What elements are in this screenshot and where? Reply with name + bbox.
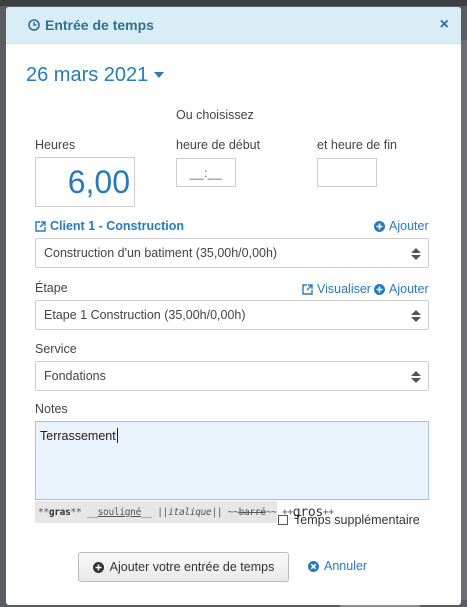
md-bold-pre: **	[38, 506, 49, 518]
caret-down-icon	[154, 72, 165, 78]
close-button[interactable]: ×	[440, 16, 449, 34]
plus-circle-icon	[374, 220, 385, 232]
overtime-label: Temps supplémentaire	[294, 513, 420, 527]
modal-title-text: Entrée de temps	[45, 17, 154, 33]
client-link-text: Client 1 - Construction	[50, 219, 185, 233]
service-select-value: Fondations	[44, 369, 106, 383]
project-select-value: Construction d'un batiment (35,00h/0,00h…	[44, 246, 278, 260]
submit-label: Ajouter votre entrée de temps	[109, 560, 275, 574]
modal-title: Entrée de temps	[28, 17, 154, 33]
hours-label: Heures	[35, 138, 76, 152]
step-add-label: Ajouter	[389, 282, 429, 296]
markdown-hint: ** gras ** __ souligné __ || italique || ~~ bar…	[35, 501, 334, 523]
step-add-button[interactable]: Ajouter	[374, 282, 429, 296]
clock-icon	[28, 19, 40, 31]
md-under-post: __	[141, 506, 152, 518]
select-arrows-icon	[411, 310, 421, 322]
step-select-value: Etape 1 Construction (35,00h/0,00h)	[44, 308, 246, 322]
md-underline: souligné	[97, 506, 142, 518]
md-italic: italique	[168, 506, 212, 518]
overtime-checkbox[interactable]	[278, 515, 288, 525]
md-bold: gras	[48, 506, 71, 518]
overtime-option[interactable]: Temps supplémentaire	[278, 513, 420, 527]
or-choose-label: Ou choisissez	[176, 108, 254, 122]
client-add-label: Ajouter	[389, 219, 429, 233]
modal-header: Entrée de temps ×	[6, 7, 461, 44]
md-ital-post: ||	[211, 506, 223, 518]
plus-circle-icon	[92, 561, 104, 573]
backdrop-top	[0, 0, 467, 6]
start-time-input[interactable]: __:__	[176, 158, 236, 187]
date-picker[interactable]: 26 mars 2021	[26, 64, 165, 87]
end-time-input[interactable]	[317, 158, 377, 187]
service-select[interactable]: Fondations	[35, 361, 429, 391]
start-time-label: heure de début	[176, 138, 261, 152]
step-label: Étape	[35, 281, 68, 295]
times-circle-icon	[308, 560, 319, 572]
service-label: Service	[35, 342, 77, 356]
date-label: 26 mars 2021	[26, 64, 149, 86]
submit-button[interactable]: Ajouter votre entrée de temps	[78, 552, 289, 582]
time-entry-modal: Entrée de temps × 26 mars 2021 Ou choisi…	[6, 7, 461, 605]
step-view-button[interactable]: Visualiser	[302, 282, 371, 296]
step-view-label: Visualiser	[317, 282, 371, 296]
plus-circle-icon	[374, 283, 385, 295]
select-arrows-icon	[411, 371, 421, 383]
md-strike: barré	[238, 506, 266, 518]
cancel-button[interactable]: Annuler	[308, 559, 367, 573]
md-strike-post: ~~	[265, 506, 277, 518]
md-under-pre: __	[86, 506, 98, 518]
cancel-label: Annuler	[324, 559, 368, 573]
notes-label: Notes	[35, 402, 68, 416]
external-link-icon	[302, 283, 313, 295]
external-link-icon	[35, 220, 46, 232]
notes-textarea[interactable]: Terrassement	[35, 421, 429, 500]
hours-input[interactable]: 6,00	[35, 157, 135, 207]
md-ital-pre: ||	[157, 506, 169, 518]
text-cursor	[116, 428, 118, 443]
md-strike-pre: ~~	[227, 506, 239, 518]
notes-text: Terrassement	[40, 429, 116, 443]
client-add-button[interactable]: Ajouter	[374, 219, 429, 233]
select-arrows-icon	[411, 248, 421, 260]
client-link[interactable]: Client 1 - Construction	[35, 219, 184, 233]
project-select[interactable]: Construction d'un batiment (35,00h/0,00h…	[35, 238, 429, 268]
end-time-label: et heure de fin	[317, 138, 397, 152]
step-select[interactable]: Etape 1 Construction (35,00h/0,00h)	[35, 300, 429, 330]
md-bold-post: **	[70, 506, 82, 518]
